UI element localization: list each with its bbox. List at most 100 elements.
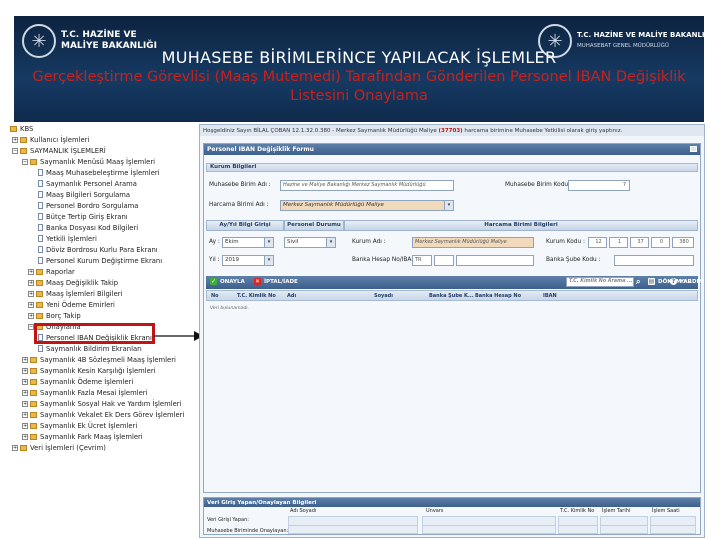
- onay-unvan-cell: [422, 525, 556, 534]
- document-icon: [38, 202, 43, 209]
- kurum-kodu-part[interactable]: 1: [609, 237, 628, 248]
- tree-item[interactable]: + Saymanlık 4B Sözleşmeli Maaş İşlemleri: [22, 355, 176, 364]
- onay-adi-cell: [288, 525, 418, 534]
- tree-item[interactable]: + Yeni Ödeme Emirleri: [28, 300, 115, 309]
- document-icon: [38, 191, 43, 198]
- onay-saat-cell: [650, 525, 696, 534]
- navigation-tree: KBS + Kullanıcı İşlemleri − SAYMANLIK İŞLE…: [8, 124, 196, 454]
- tree-item[interactable]: Maaş Bilgileri Sorgulama: [38, 190, 130, 199]
- folder-icon: [36, 312, 43, 319]
- approval-info-panel: Veri Giriş Yapan/Onaylayan Bilgileri Adı…: [203, 497, 701, 535]
- tree-item[interactable]: Döviz Bordrosu Kurlu Para Ekranı: [38, 245, 158, 254]
- folder-icon: [36, 290, 43, 297]
- section-tabs: Ay/Yıl Bilgi Girişi Personel Durumu Harc…: [206, 220, 698, 231]
- page-title: MUHASEBE BİRİMLERİNCE YAPILACAK İŞLEMLER: [161, 48, 557, 67]
- document-icon: [38, 169, 43, 176]
- cancel-icon: ✕: [254, 278, 261, 285]
- tree-item[interactable]: Banka Dosyası Kod Bilgileri: [38, 223, 138, 232]
- kurum-kodu-part[interactable]: 380: [672, 237, 694, 248]
- onayla-button[interactable]: ✓ ONAYLA: [210, 278, 245, 285]
- tree-item[interactable]: − SAYMANLIK İŞLEMLERİ: [12, 146, 106, 155]
- document-icon: [38, 345, 43, 352]
- kurum-kodu-part[interactable]: 37: [630, 237, 649, 248]
- folder-icon: [30, 411, 37, 418]
- folder-icon: [36, 301, 43, 308]
- tab-harcama-birimi[interactable]: Harcama Birimi Bilgileri: [344, 220, 698, 231]
- tab-personel-durumu[interactable]: Personel Durumu: [284, 220, 344, 231]
- personel-durum-select[interactable]: Sivil ▾: [284, 237, 336, 248]
- iban-prefix-field[interactable]: TR: [412, 255, 432, 266]
- tree-item[interactable]: + Saymanlık Vekalet Ek Ders Görev İşlemle…: [22, 410, 184, 419]
- table-header: No T.C. Kimlik No Adı Soyadı Banka Şube …: [206, 290, 698, 301]
- document-icon: [38, 246, 43, 253]
- empty-table-message: Veri bulunamadı.: [210, 306, 250, 311]
- tree-item[interactable]: + Saymanlık Fazla Mesai İşlemleri: [22, 388, 148, 397]
- approval-info-header: Veri Giriş Yapan/Onaylayan Bilgileri: [204, 498, 700, 507]
- window-control-icon[interactable]: [690, 146, 697, 152]
- kurum-kodu-part[interactable]: 0: [651, 237, 670, 248]
- tc-search-input[interactable]: T.C. Kimlik No Arama ...: [566, 277, 634, 287]
- tree-item[interactable]: + Kullanıcı İşlemleri: [12, 135, 89, 144]
- kurum-adi-field[interactable]: Merkez Saymanlık Müdürlüğü Maliye: [412, 237, 534, 248]
- chevron-down-icon: ▾: [264, 256, 273, 265]
- tree-item[interactable]: Bütçe Tertip Giriş Ekranı: [38, 212, 128, 221]
- tree-item[interactable]: Saymanlık Personel Arama: [38, 179, 137, 188]
- iban-part-field[interactable]: [456, 255, 534, 266]
- folder-icon: [30, 378, 37, 385]
- muhasebe-kod-field[interactable]: 7: [568, 180, 630, 191]
- main-panel: Hoşgeldiniz Sayın BİLAL ÇOBAN 12.1.32.0.…: [199, 124, 705, 538]
- tab-ay-yil[interactable]: Ay/Yıl Bilgi Girişi: [206, 220, 284, 231]
- page-subtitle: Gerçekleştirme Görevlisi (Maaş Mutemedi)…: [32, 69, 686, 104]
- tree-item[interactable]: + Maaş Değişiklik Takip: [28, 278, 118, 287]
- check-icon: ✓: [210, 278, 217, 285]
- tree-item[interactable]: + Borç Takip: [28, 311, 81, 320]
- form-title: Personel IBAN Değişiklik Formu: [204, 144, 700, 155]
- ay-select[interactable]: Ekim ▾: [222, 237, 274, 248]
- tree-item[interactable]: − Saymanlık Menüsü Maaş İşlemleri: [22, 157, 155, 166]
- help-icon: ?: [670, 278, 677, 285]
- tree-item[interactable]: + Saymanlık Ödeme İşlemleri: [22, 377, 133, 386]
- tree-item[interactable]: + Maaş İşlemleri Bilgileri: [28, 289, 122, 298]
- header-banner: ✳ T.C. HAZİNE VE MALİYE BAKANLIĞI ✳ T.C. …: [14, 16, 713, 122]
- chevron-down-icon: ▾: [326, 238, 335, 247]
- muhasebe-birim-field[interactable]: Hazine ve Maliye Bakanlığı Merkez Sayman…: [280, 180, 454, 191]
- folder-icon: [36, 268, 43, 275]
- document-icon: [38, 180, 43, 187]
- iptal-iade-button[interactable]: ✕ İPTAL/İADE: [254, 278, 298, 285]
- tree-item[interactable]: Personel Kurum Değiştirme Ekranı: [38, 256, 162, 265]
- document-icon: [38, 224, 43, 231]
- tree-item[interactable]: + Raporlar: [28, 267, 75, 276]
- kurum-kodu-part[interactable]: 12: [588, 237, 607, 248]
- folder-icon: [20, 444, 27, 451]
- folder-icon: [30, 367, 37, 374]
- folder-icon: [20, 136, 27, 143]
- harcama-birimi-select[interactable]: Merkez Saymanlık Müdürlüğü Maliye ▾: [280, 200, 454, 211]
- tree-item[interactable]: + Saymanlık Kesin Karşılığı İşlemleri: [22, 366, 156, 375]
- folder-icon: [10, 125, 17, 132]
- tree-item[interactable]: Personel Bordro Sorgulama: [38, 201, 138, 210]
- search-icon[interactable]: ⌕: [636, 277, 640, 286]
- iban-part-field[interactable]: [434, 255, 454, 266]
- folder-icon: [36, 279, 43, 286]
- chevron-down-icon: ▾: [264, 238, 273, 247]
- print-icon: ▤: [648, 278, 655, 285]
- yil-select[interactable]: 2019 ▾: [222, 255, 274, 266]
- tree-item[interactable]: + Saymanlık Sosyal Hak ve Yardım İşlemler…: [22, 399, 182, 408]
- tree-item[interactable]: Maaş Muhasebeleştirme İşlemleri: [38, 168, 160, 177]
- action-toolbar: ✓ ONAYLA ✕ İPTAL/İADE T.C. Kimlik No Arama…: [206, 276, 698, 289]
- tree-root[interactable]: KBS: [10, 124, 33, 133]
- folder-icon: [20, 147, 27, 154]
- tree-item[interactable]: Saymanlık Bildirim Ekranları: [38, 344, 142, 353]
- folder-icon: [30, 158, 37, 165]
- tree-item[interactable]: + Veri İşlemleri (Çevrim): [12, 443, 106, 452]
- banka-sube-field[interactable]: [614, 255, 694, 266]
- yardim-button[interactable]: ? YARDIM: [670, 278, 704, 285]
- onay-tc-cell: [558, 525, 598, 534]
- pointer-arrow-icon: [154, 331, 203, 341]
- tree-item[interactable]: + Saymanlık Fark Maaş İşlemleri: [22, 432, 143, 441]
- tree-item[interactable]: Yetkili İşlemleri: [38, 234, 97, 243]
- folder-icon: [30, 433, 37, 440]
- tree-item[interactable]: + Saymanlık Ek Ücret İşlemleri: [22, 421, 137, 430]
- onay-tarih-cell: [600, 525, 648, 534]
- folder-icon: [30, 389, 37, 396]
